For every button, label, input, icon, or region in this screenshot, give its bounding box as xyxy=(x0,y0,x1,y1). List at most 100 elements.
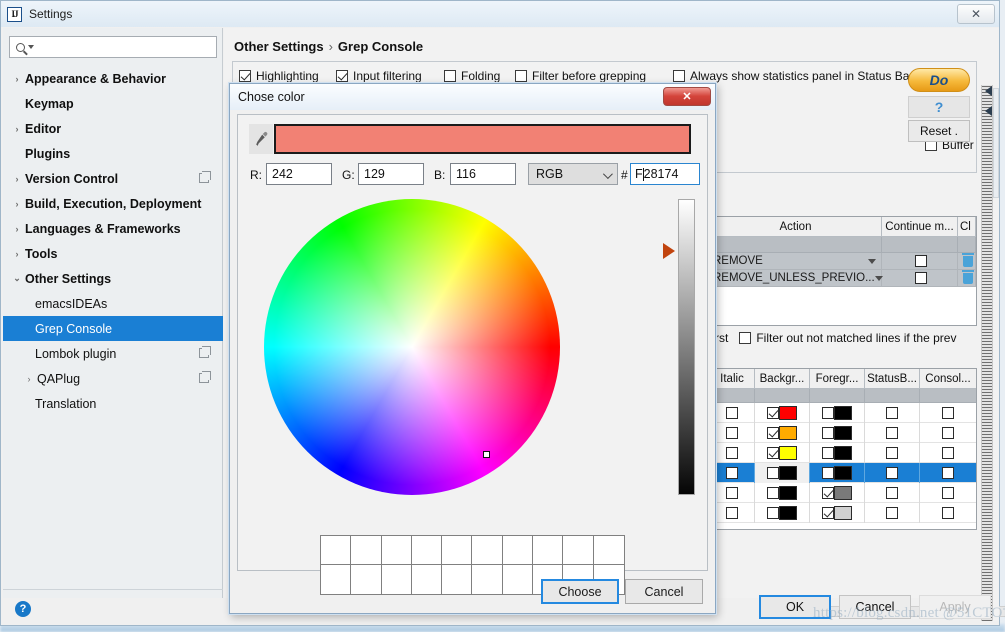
choose-button[interactable]: Choose xyxy=(541,579,619,604)
color-model-select[interactable]: RGB xyxy=(528,163,618,185)
table-row[interactable]: REMOVE xyxy=(710,252,976,270)
sidebar-item-plugins[interactable]: Plugins xyxy=(3,141,223,166)
cell-foreground-swatch[interactable] xyxy=(834,425,852,440)
dialog-cancel-button[interactable]: Cancel xyxy=(625,579,703,604)
cell-italic-checkbox[interactable] xyxy=(726,426,738,439)
checkbox-box[interactable] xyxy=(239,70,251,82)
dialog-close-button[interactable]: ✕ xyxy=(663,87,711,106)
checkbox-box[interactable] xyxy=(444,70,456,82)
recent-color-cell[interactable] xyxy=(593,536,624,565)
recent-color-cell[interactable] xyxy=(411,565,443,594)
cell-background-checkbox[interactable] xyxy=(767,426,779,439)
color-preview-swatch[interactable] xyxy=(274,124,691,154)
recent-color-cell[interactable] xyxy=(381,536,412,565)
recent-color-cell[interactable] xyxy=(321,536,352,565)
reset-button[interactable]: Reset . xyxy=(908,120,970,142)
color-wheel[interactable] xyxy=(264,199,560,495)
recent-color-cell[interactable] xyxy=(502,565,534,594)
recent-color-cell[interactable] xyxy=(351,565,382,594)
sidebar-item-version-control[interactable]: › Version Control xyxy=(3,166,223,191)
breadcrumb-parent[interactable]: Other Settings xyxy=(234,39,324,54)
sidebar-item-translation[interactable]: Translation xyxy=(3,391,223,416)
cell-statusbar-checkbox[interactable] xyxy=(886,466,898,479)
cell-foreground-checkbox[interactable] xyxy=(822,426,834,439)
cell-foreground-checkbox[interactable] xyxy=(822,406,834,419)
cell-foreground-swatch[interactable] xyxy=(834,505,852,520)
cell-foreground-swatch[interactable] xyxy=(834,485,852,500)
window-close-button[interactable]: ✕ xyxy=(957,4,995,24)
green-input[interactable]: 129 xyxy=(358,163,424,185)
red-input[interactable]: 242 xyxy=(266,163,332,185)
column-header-background[interactable]: Backgr... xyxy=(755,369,810,388)
recent-color-cell[interactable] xyxy=(533,536,564,565)
donate-button[interactable]: Do xyxy=(908,68,970,92)
cell-foreground-swatch[interactable] xyxy=(834,445,852,460)
column-header-foreground[interactable]: Foregr... xyxy=(810,369,865,388)
chevron-down-icon[interactable] xyxy=(868,258,876,264)
ok-button[interactable]: OK xyxy=(759,595,831,619)
recent-color-cell[interactable] xyxy=(351,536,382,565)
cancel-button[interactable]: Cancel xyxy=(839,595,911,619)
cell-statusbar-checkbox[interactable] xyxy=(886,446,898,459)
blue-input[interactable]: 116 xyxy=(450,163,516,185)
table-row[interactable] xyxy=(710,482,976,503)
cell-continue-matching-checkbox[interactable] xyxy=(915,272,927,284)
sidebar-item-languages-frameworks[interactable]: › Languages & Frameworks xyxy=(3,216,223,241)
hex-input[interactable]: F 28174 xyxy=(630,163,700,185)
checkbox-highlighting[interactable]: Highlighting xyxy=(239,69,319,83)
cell-statusbar-checkbox[interactable] xyxy=(886,426,898,439)
cell-console-checkbox[interactable] xyxy=(942,406,954,419)
cell-italic-checkbox[interactable] xyxy=(726,506,738,519)
cell-background-swatch[interactable] xyxy=(779,485,797,500)
table-row[interactable]: REMOVE_UNLESS_PREVIO... xyxy=(710,269,976,287)
cell-background-swatch[interactable] xyxy=(779,505,797,520)
recent-color-cell[interactable] xyxy=(411,536,443,565)
search-box[interactable] xyxy=(9,36,217,58)
recent-color-cell[interactable] xyxy=(472,536,503,565)
sidebar-item-build-execution-deployment[interactable]: › Build, Execution, Deployment xyxy=(3,191,223,216)
table-row[interactable] xyxy=(710,462,976,483)
checkbox-box[interactable] xyxy=(336,70,348,82)
column-header-continue-matching[interactable]: Continue m... xyxy=(882,217,958,236)
sidebar-item-tools[interactable]: › Tools xyxy=(3,241,223,266)
cell-italic-checkbox[interactable] xyxy=(726,486,738,499)
help-button[interactable]: ? xyxy=(908,96,970,118)
cell-console-checkbox[interactable] xyxy=(942,506,954,519)
sidebar-item-lombok-plugin[interactable]: Lombok plugin xyxy=(3,341,223,366)
help-icon[interactable]: ? xyxy=(15,601,31,617)
scroll-left-arrow-icon[interactable] xyxy=(985,86,992,96)
column-header-action[interactable]: Action xyxy=(710,217,882,236)
recent-color-cell[interactable] xyxy=(563,536,594,565)
cell-italic-checkbox[interactable] xyxy=(726,406,738,419)
cell-foreground-checkbox[interactable] xyxy=(822,446,834,459)
scroll-right-arrow-icon[interactable] xyxy=(985,106,992,116)
sidebar-item-other-settings[interactable]: ⌄ Other Settings xyxy=(3,266,223,291)
column-header-italic[interactable]: Italic xyxy=(710,369,755,388)
cell-background-checkbox[interactable] xyxy=(767,406,779,419)
search-input[interactable] xyxy=(36,39,206,55)
column-header-statusbar[interactable]: StatusB... xyxy=(865,369,920,388)
cell-background-swatch[interactable] xyxy=(779,465,797,480)
table-row[interactable] xyxy=(710,422,976,443)
cell-background-swatch[interactable] xyxy=(779,405,797,420)
cell-statusbar-checkbox[interactable] xyxy=(886,406,898,419)
cell-console-checkbox[interactable] xyxy=(942,466,954,479)
cell-console-checkbox[interactable] xyxy=(942,426,954,439)
checkbox-always-show-statistics-status-bar[interactable]: Always show statistics panel in Status B… xyxy=(673,69,913,83)
checkbox-box[interactable] xyxy=(515,70,527,82)
cell-background-swatch[interactable] xyxy=(779,425,797,440)
brightness-slider-thumb[interactable] xyxy=(663,243,675,259)
recent-color-cell[interactable] xyxy=(472,565,503,594)
cell-foreground-checkbox[interactable] xyxy=(822,486,834,499)
cell-background-checkbox[interactable] xyxy=(767,466,779,479)
table-row[interactable] xyxy=(710,402,976,423)
sidebar-item-qaplug[interactable]: › QAPlug xyxy=(3,366,223,391)
recent-color-cell[interactable] xyxy=(442,565,473,594)
sidebar-item-emacsideas[interactable]: emacsIDEAs xyxy=(3,291,223,316)
trash-icon[interactable] xyxy=(962,252,974,267)
table-row[interactable] xyxy=(710,442,976,463)
checkbox-filter-out-not-matched[interactable] xyxy=(739,332,752,344)
color-wheel-cursor[interactable] xyxy=(483,451,490,458)
recent-color-cell[interactable] xyxy=(502,536,534,565)
cell-italic-checkbox[interactable] xyxy=(726,446,738,459)
